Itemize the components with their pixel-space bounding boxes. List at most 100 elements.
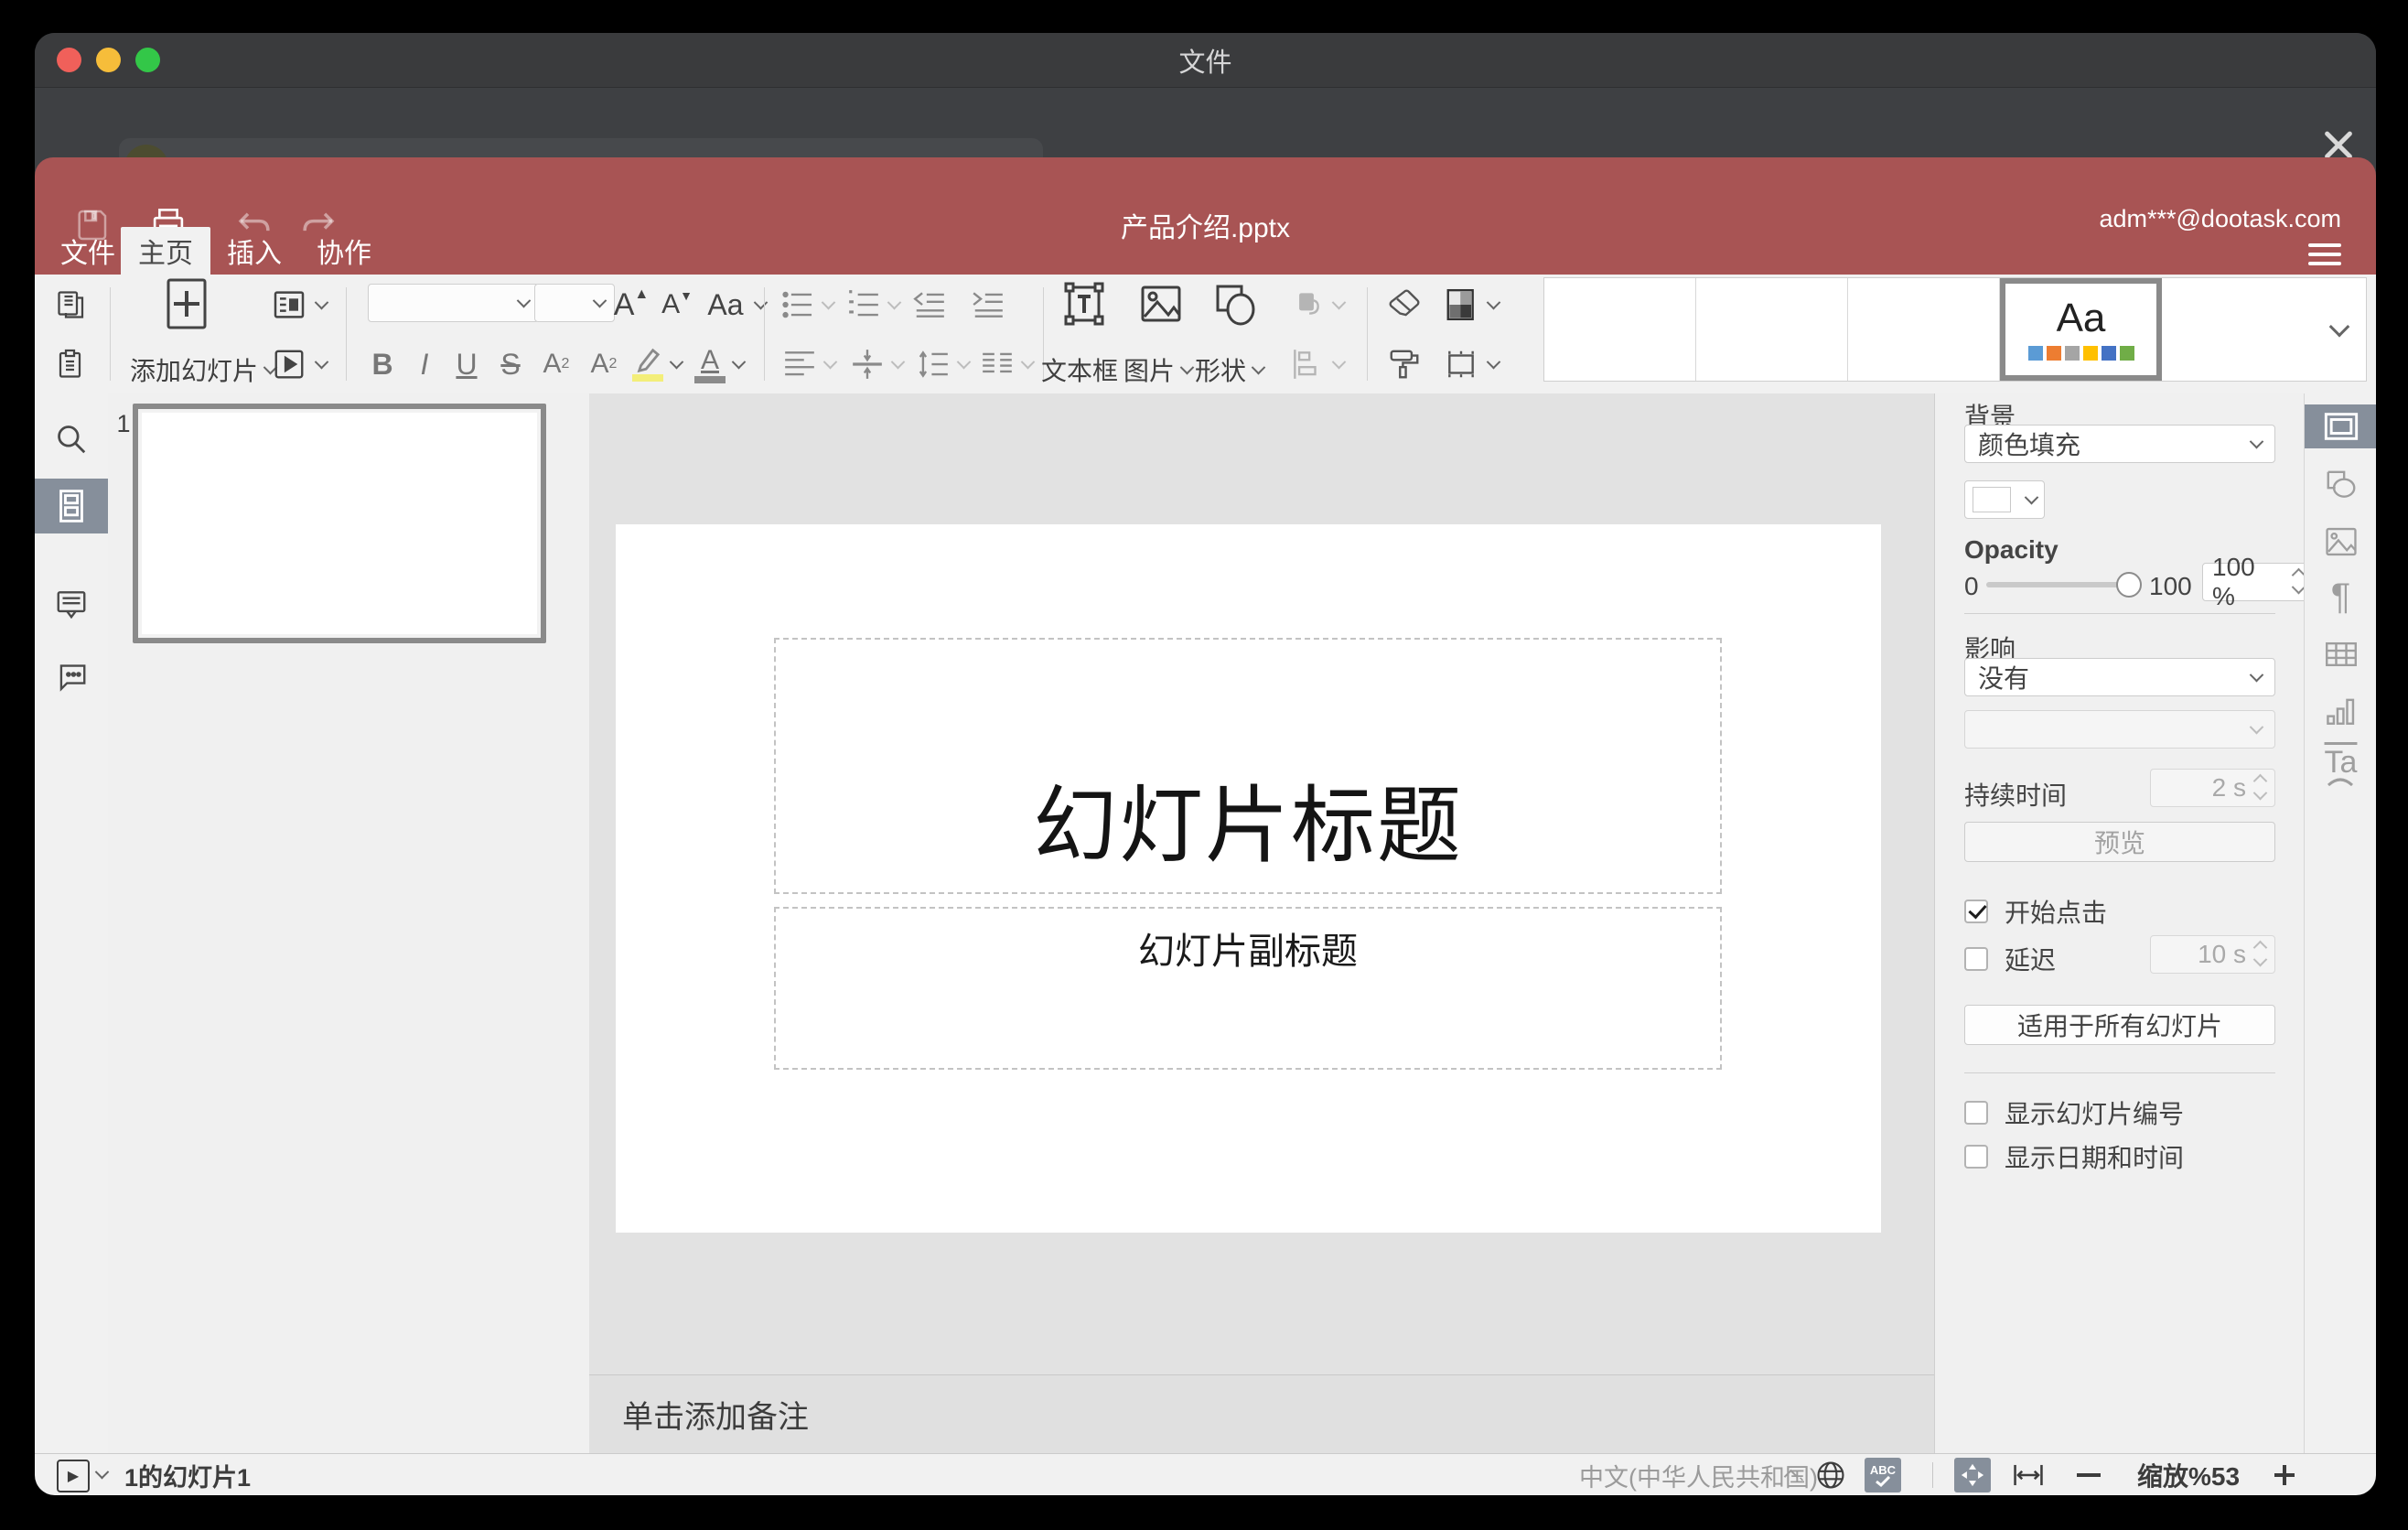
chevron-down-icon[interactable] — [890, 354, 906, 370]
theme-option[interactable] — [1848, 278, 2000, 381]
insert-image-button[interactable] — [1139, 278, 1183, 329]
add-slide-label-button[interactable]: 添加幻灯片 — [130, 351, 278, 388]
strikethrough-button[interactable]: S — [492, 344, 529, 384]
font-name-combo[interactable] — [368, 284, 539, 322]
effect-type-select[interactable] — [1964, 710, 2275, 749]
chevron-down-icon[interactable] — [1331, 295, 1347, 310]
paste-button[interactable] — [51, 344, 91, 384]
copy-button[interactable] — [51, 285, 91, 325]
start-slideshow-button[interactable] — [269, 344, 309, 384]
theme-option[interactable] — [1696, 278, 1848, 381]
italic-button[interactable]: I — [406, 344, 443, 384]
chevron-down-icon[interactable] — [753, 295, 769, 310]
chevron-down-icon[interactable] — [821, 295, 836, 310]
vertical-align-button[interactable] — [847, 344, 887, 384]
font-color-button[interactable]: A — [690, 344, 730, 384]
numbering-button[interactable] — [844, 285, 884, 325]
chevron-down-icon[interactable] — [887, 295, 902, 310]
delay-spinner[interactable]: 10 s — [2150, 935, 2275, 974]
highlight-color-button[interactable] — [628, 344, 668, 384]
delay-checkbox[interactable] — [1964, 947, 1988, 971]
slide-layout-button[interactable] — [269, 285, 309, 325]
notes-area[interactable]: 单击添加备注 — [589, 1374, 1934, 1453]
show-date-time-checkbox[interactable] — [1964, 1145, 1988, 1169]
chevron-down-icon[interactable] — [1486, 354, 1501, 370]
subscript-button[interactable]: A2 — [584, 344, 624, 384]
title-placeholder[interactable]: 幻灯片标题 — [774, 638, 1722, 894]
chevron-down-icon[interactable] — [314, 354, 329, 370]
tab-home[interactable]: 主页 — [121, 227, 210, 275]
increase-indent-button[interactable] — [968, 285, 1008, 325]
tab-file[interactable]: 文件 — [57, 227, 119, 275]
paragraph-settings-button[interactable]: ¶ — [2305, 575, 2376, 619]
close-icon[interactable] — [2318, 124, 2359, 157]
start-slideshow-status-button[interactable]: ▶ — [57, 1460, 90, 1492]
theme-gallery-expand-button[interactable] — [2313, 278, 2366, 381]
image-settings-button[interactable] — [2305, 520, 2376, 564]
decrease-font-button[interactable]: A ▼ — [657, 285, 697, 325]
zoom-out-button[interactable] — [2077, 1473, 2101, 1477]
bullets-button[interactable] — [778, 285, 818, 325]
background-color-picker[interactable] — [1964, 480, 2045, 519]
chevron-down-icon[interactable] — [669, 354, 684, 370]
fit-to-width-button[interactable] — [2013, 1461, 2044, 1489]
textart-settings-button[interactable]: Ta — [2305, 745, 2376, 789]
spellcheck-button[interactable]: ABC — [1865, 1458, 1901, 1492]
increase-font-button[interactable]: A ▲ — [611, 285, 651, 325]
copy-style-button[interactable] — [1384, 344, 1424, 384]
change-case-button[interactable]: Aa — [699, 285, 752, 325]
duration-spinner[interactable]: 2 s — [2150, 769, 2275, 807]
chevron-down-icon[interactable] — [1331, 354, 1347, 370]
language-selector[interactable]: 中文(中华人民共和国) — [1579, 1454, 1818, 1495]
chevron-down-icon[interactable] — [314, 295, 329, 310]
apply-to-all-slides-button[interactable]: 适用于所有幻灯片 — [1964, 1005, 2275, 1045]
align-shape-button[interactable] — [1286, 344, 1327, 384]
add-slide-button[interactable] — [165, 276, 209, 331]
opacity-slider-track[interactable] — [1986, 582, 2129, 587]
horizontal-align-button[interactable] — [779, 344, 820, 384]
clear-style-button[interactable] — [1384, 285, 1424, 325]
menu-icon[interactable] — [2308, 238, 2341, 265]
chevron-down-icon[interactable] — [822, 354, 838, 370]
superscript-button[interactable]: A2 — [536, 344, 576, 384]
insert-textbox-button[interactable] — [1062, 278, 1106, 329]
fit-to-slide-button[interactable] — [1954, 1458, 1991, 1492]
spinner-arrows-icon[interactable] — [2291, 567, 2306, 595]
slides-panel-button[interactable] — [35, 479, 108, 533]
line-spacing-button[interactable] — [913, 344, 953, 384]
bold-button[interactable]: B — [364, 344, 401, 384]
chat-panel-button[interactable] — [35, 647, 108, 702]
underline-button[interactable]: U — [448, 344, 485, 384]
effect-select[interactable]: 没有 — [1964, 658, 2275, 696]
start-on-click-checkbox[interactable] — [1964, 900, 1988, 923]
preview-button[interactable]: 预览 — [1964, 822, 2275, 862]
insert-shape-label-button[interactable]: 形状 — [1195, 351, 1266, 388]
slide-size-button[interactable] — [1441, 344, 1481, 384]
opacity-spinner[interactable]: 100 % — [2202, 553, 2314, 610]
document-language-button[interactable] — [1815, 1460, 1846, 1491]
chevron-down-icon[interactable] — [94, 1464, 110, 1480]
slide-settings-button[interactable] — [2305, 404, 2376, 448]
theme-option[interactable] — [2162, 278, 2313, 381]
chevron-down-icon[interactable] — [731, 354, 747, 370]
decrease-indent-button[interactable] — [909, 285, 950, 325]
theme-option-selected[interactable]: Aa — [2000, 278, 2162, 381]
shape-settings-button[interactable] — [2305, 463, 2376, 507]
font-size-combo[interactable] — [534, 284, 615, 322]
chevron-down-icon[interactable] — [956, 354, 972, 370]
insert-image-label-button[interactable]: 图片 — [1123, 351, 1195, 388]
chart-settings-button[interactable] — [2305, 689, 2376, 733]
slide-color-scheme-button[interactable] — [1441, 285, 1481, 325]
opacity-slider-knob[interactable] — [2116, 572, 2142, 598]
subtitle-placeholder[interactable]: 幻灯片副标题 — [774, 907, 1722, 1070]
tab-insert[interactable]: 插入 — [223, 227, 285, 275]
comments-panel-button[interactable] — [35, 576, 108, 631]
search-button[interactable] — [35, 412, 108, 467]
zoom-in-button[interactable] — [2273, 1463, 2296, 1487]
slide-canvas[interactable]: 幻灯片标题 幻灯片副标题 — [616, 524, 1881, 1233]
slide-thumbnail[interactable] — [133, 404, 546, 643]
theme-option[interactable] — [1544, 278, 1696, 381]
tab-collaboration[interactable]: 协作 — [313, 227, 375, 275]
editor-canvas[interactable]: 幻灯片标题 幻灯片副标题 单击添加备注 — [589, 393, 1934, 1453]
chevron-down-icon[interactable] — [1486, 295, 1501, 310]
